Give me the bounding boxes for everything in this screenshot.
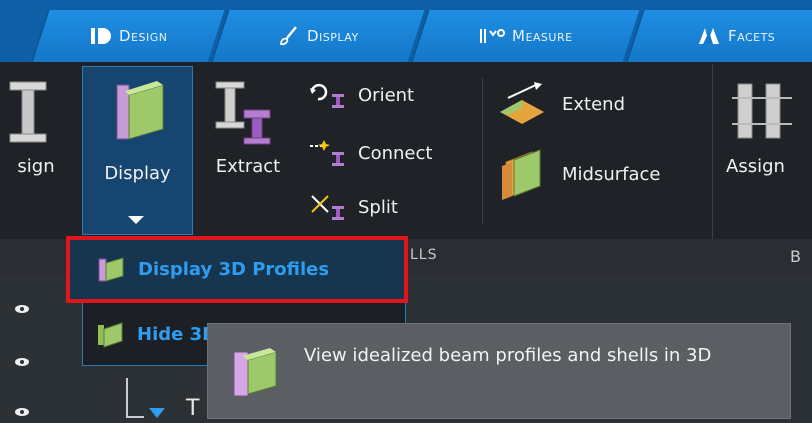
split-button[interactable]: Split <box>308 192 398 222</box>
group-label-partial: LLS <box>410 247 438 263</box>
midsurface-label: Midsurface <box>562 163 661 185</box>
group-label-right: B <box>790 247 802 266</box>
tree-item-label[interactable]: T <box>186 396 199 421</box>
tab-measure[interactable]: Measure <box>411 10 640 62</box>
assign-right-button[interactable]: Assign <box>726 78 812 177</box>
tree-connector-line <box>126 416 144 418</box>
display-3d-profiles-item[interactable]: Display 3D Profiles <box>96 250 329 288</box>
tree-connector-line <box>126 378 128 418</box>
measure-icon <box>480 29 506 43</box>
beam-i-icon <box>9 81 47 143</box>
midsurface-button[interactable]: Midsurface <box>498 148 660 200</box>
connect-icon <box>310 140 344 166</box>
connect-button[interactable]: Connect <box>308 138 432 168</box>
tab-design-label: Design <box>118 27 168 45</box>
tab-measure-label: Measure <box>512 27 573 45</box>
tab-design[interactable]: Design <box>31 10 225 62</box>
extract-button[interactable]: Extract <box>198 78 298 177</box>
display-3d-profile-icon <box>233 348 277 397</box>
extend-icon <box>500 82 544 124</box>
design-icon <box>90 28 111 44</box>
extend-label: Extend <box>562 93 625 115</box>
tab-display-label: Display <box>307 27 359 45</box>
facets-icon <box>698 28 719 44</box>
hide-3d-profile-icon <box>98 322 123 348</box>
extract-icon <box>215 81 271 145</box>
tooltip: View idealized beam profiles and shells … <box>207 323 791 419</box>
display-3d-profile-icon <box>98 257 124 282</box>
extend-button[interactable]: Extend <box>498 82 625 126</box>
assign-right-label: Assign <box>726 156 785 177</box>
tooltip-text: View idealized beam profiles and shells … <box>304 345 712 366</box>
eye-icon[interactable] <box>14 356 30 372</box>
split-icon <box>311 195 344 220</box>
tab-display[interactable]: Display <box>211 10 425 62</box>
display-3d-profile-icon <box>116 81 164 140</box>
brush-icon <box>280 26 298 46</box>
assign-left-label: sign <box>17 156 55 177</box>
split-label: Split <box>358 196 398 218</box>
extract-label: Extract <box>215 156 281 177</box>
chevron-down-icon[interactable] <box>126 210 146 229</box>
orient-button[interactable]: Orient <box>308 80 414 110</box>
midsurface-icon <box>502 149 541 200</box>
orient-icon <box>310 83 344 108</box>
display-3d-profiles-label: Display 3D Profiles <box>138 258 330 280</box>
assign-left-button[interactable]: sign <box>0 78 72 177</box>
tab-facets-label: Facets <box>727 27 776 45</box>
ribbon-separator <box>482 78 483 224</box>
orient-label: Orient <box>358 84 415 106</box>
tab-facets[interactable]: Facets <box>626 10 812 62</box>
eye-icon[interactable] <box>14 303 30 319</box>
display-button[interactable]: Display <box>82 66 193 235</box>
ribbon-tab-strip: Design Display Measure Facets <box>0 0 812 62</box>
assign-beam-icon <box>732 83 792 139</box>
tree-expand-icon[interactable] <box>148 404 166 423</box>
connect-label: Connect <box>358 142 433 164</box>
app-window: Design Display Measure Facets sign Displ… <box>0 0 812 423</box>
display-label: Display <box>104 163 171 184</box>
highlighted-menu-item: Display 3D Profiles <box>66 236 408 303</box>
eye-icon[interactable] <box>14 406 30 422</box>
